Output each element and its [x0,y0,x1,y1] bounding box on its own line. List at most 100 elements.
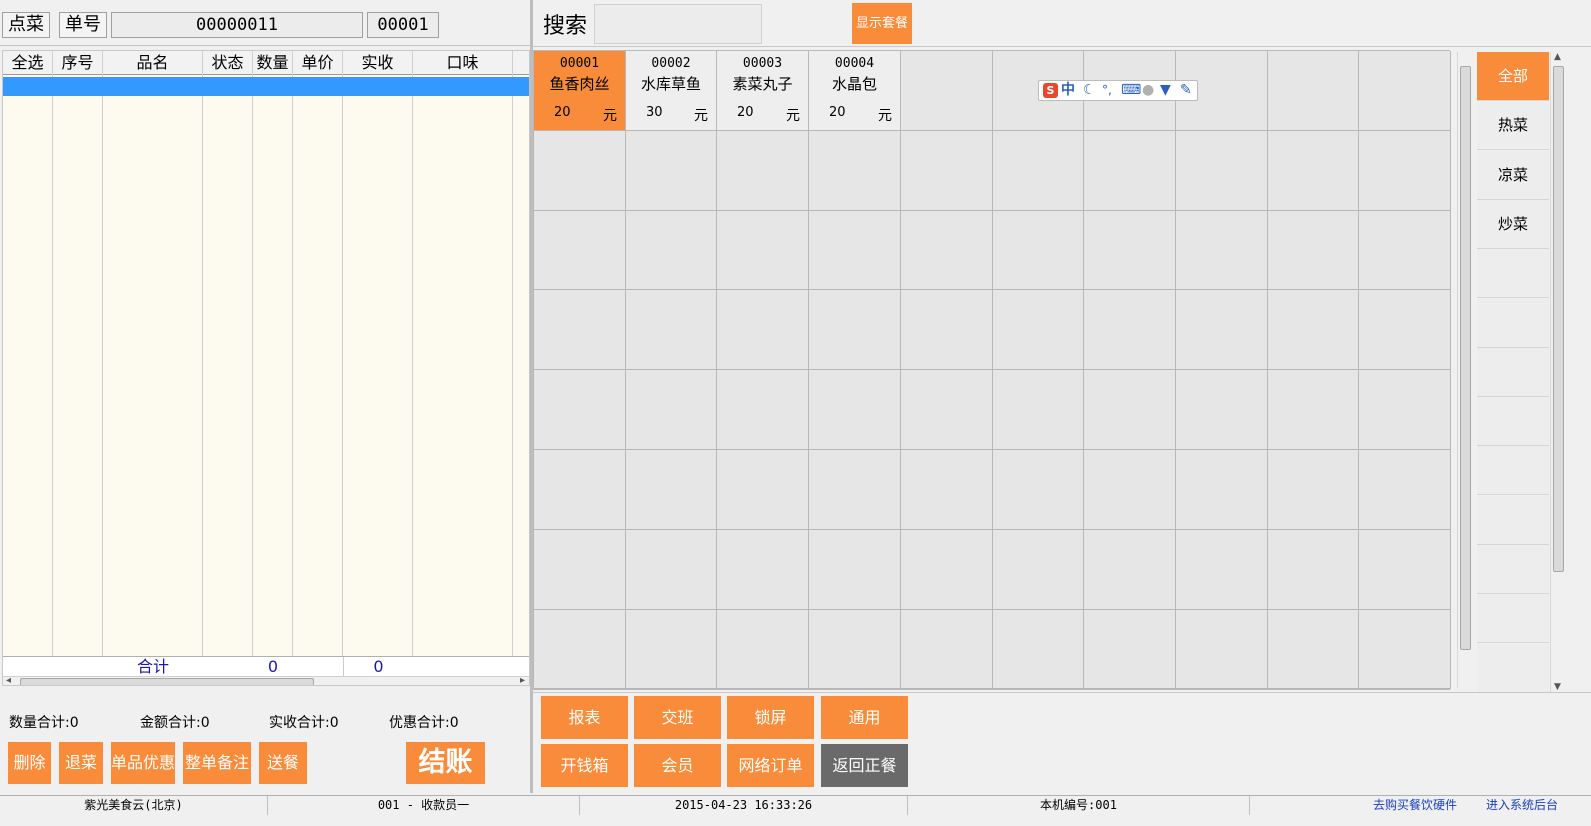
empty-dish-slot[interactable] [993,290,1084,370]
send-button[interactable]: 送餐 [259,742,307,784]
empty-dish-slot[interactable] [717,131,809,211]
empty-dish-slot[interactable] [1359,450,1451,530]
empty-dish-slot[interactable] [1359,131,1451,211]
empty-dish-slot[interactable] [1359,51,1451,131]
empty-dish-slot[interactable] [1176,610,1268,689]
empty-dish-slot[interactable] [901,610,993,689]
empty-dish-slot[interactable] [1084,290,1176,370]
empty-dish-slot[interactable] [1359,211,1451,290]
open-cash-drawer-button[interactable]: 开钱箱 [541,744,628,787]
empty-dish-slot[interactable] [626,450,717,530]
empty-dish-slot[interactable] [534,450,626,530]
item-discount-button[interactable]: 单品优惠 [111,742,175,784]
empty-dish-slot[interactable] [626,370,717,450]
wrench-icon[interactable]: ✎ [1180,81,1192,100]
empty-dish-slot[interactable] [1176,131,1268,211]
empty-dish-slot[interactable] [901,51,993,131]
shift-button[interactable]: 交班 [634,696,721,739]
keyboard-icon[interactable]: ⌨ [1121,81,1141,100]
empty-dish-slot[interactable] [1268,290,1359,370]
dish-card[interactable]: 00001 鱼香肉丝 20 元 [534,51,626,131]
category-scrollbar[interactable]: ▲ ▼ [1550,52,1566,692]
search-input[interactable] [594,4,762,44]
delete-button[interactable]: 删除 [8,742,51,784]
empty-dish-slot[interactable] [993,211,1084,290]
empty-dish-slot[interactable] [1084,610,1176,689]
dish-card[interactable]: 00002 水库草鱼 30 元 [626,51,717,131]
empty-dish-slot[interactable] [993,131,1084,211]
empty-dish-slot[interactable] [534,530,626,610]
scroll-up-icon[interactable]: ▲ [1554,52,1561,62]
empty-dish-slot[interactable] [1176,370,1268,450]
online-order-button[interactable]: 网络订单 [727,744,814,787]
buy-hardware-link[interactable]: 去购买餐饮硬件 [1360,796,1470,815]
empty-dish-slot[interactable] [1268,450,1359,530]
ime-toolbar[interactable]: S 中 ☾ °, ⌨ ● ▼ ✎ [1038,80,1198,101]
empty-category-slot[interactable] [1477,545,1549,594]
empty-dish-slot[interactable] [717,450,809,530]
member-button[interactable]: 会员 [634,744,721,787]
dish-scroll-thumb[interactable] [1460,66,1471,650]
empty-dish-slot[interactable] [717,290,809,370]
empty-category-slot[interactable] [1477,299,1549,348]
selected-row[interactable] [3,77,529,96]
empty-dish-slot[interactable] [1268,131,1359,211]
back-to-dinner-button[interactable]: 返回正餐 [821,744,908,787]
empty-dish-slot[interactable] [717,610,809,689]
order-note-button[interactable]: 整单备注 [183,742,251,784]
empty-dish-slot[interactable] [1359,610,1451,689]
scroll-down-icon[interactable]: ▼ [1554,682,1561,692]
empty-dish-slot[interactable] [809,530,901,610]
empty-dish-slot[interactable] [626,131,717,211]
empty-dish-slot[interactable] [901,131,993,211]
empty-category-slot[interactable] [1477,249,1549,298]
empty-dish-slot[interactable] [809,131,901,211]
category-item[interactable]: 热菜 [1477,101,1549,150]
empty-dish-slot[interactable] [1268,370,1359,450]
empty-dish-slot[interactable] [1268,51,1359,131]
empty-dish-slot[interactable] [717,211,809,290]
empty-dish-slot[interactable] [1359,290,1451,370]
empty-dish-slot[interactable] [1084,211,1176,290]
empty-dish-slot[interactable] [1176,530,1268,610]
empty-dish-slot[interactable] [993,450,1084,530]
empty-category-slot[interactable] [1477,644,1549,693]
empty-dish-slot[interactable] [1176,211,1268,290]
empty-dish-slot[interactable] [534,211,626,290]
empty-dish-slot[interactable] [1268,211,1359,290]
empty-dish-slot[interactable] [1176,290,1268,370]
empty-dish-slot[interactable] [809,370,901,450]
empty-dish-slot[interactable] [626,610,717,689]
grid-horizontal-scrollbar[interactable]: ◂ ▸ [3,675,529,685]
empty-dish-slot[interactable] [1084,131,1176,211]
empty-dish-slot[interactable] [1359,370,1451,450]
empty-dish-slot[interactable] [809,610,901,689]
order-tab-label[interactable]: 点菜 [2,12,50,38]
category-item[interactable]: 凉菜 [1477,151,1549,200]
dish-card[interactable]: 00003 素菜丸子 20 元 [717,51,809,131]
category-scroll-thumb[interactable] [1553,66,1564,572]
empty-category-slot[interactable] [1477,594,1549,643]
empty-category-slot[interactable] [1477,496,1549,545]
empty-dish-slot[interactable] [901,290,993,370]
category-item[interactable]: 炒菜 [1477,200,1549,249]
empty-dish-slot[interactable] [809,290,901,370]
empty-dish-slot[interactable] [1084,530,1176,610]
user-icon[interactable]: ● [1142,81,1154,100]
empty-dish-slot[interactable] [534,610,626,689]
punctuation-icon[interactable]: °, [1102,81,1112,100]
empty-dish-slot[interactable] [534,290,626,370]
moon-icon[interactable]: ☾ [1083,81,1096,100]
scroll-left-icon[interactable]: ◂ [6,675,11,685]
empty-category-slot[interactable] [1477,397,1549,446]
empty-dish-slot[interactable] [1268,530,1359,610]
empty-dish-slot[interactable] [809,450,901,530]
empty-dish-slot[interactable] [901,530,993,610]
scroll-right-icon[interactable]: ▸ [520,675,525,685]
category-item[interactable]: 全部 [1477,52,1549,101]
empty-dish-slot[interactable] [1176,450,1268,530]
show-combo-button[interactable]: 显示套餐 [852,3,912,44]
empty-category-slot[interactable] [1477,446,1549,495]
empty-dish-slot[interactable] [534,370,626,450]
empty-dish-slot[interactable] [809,211,901,290]
